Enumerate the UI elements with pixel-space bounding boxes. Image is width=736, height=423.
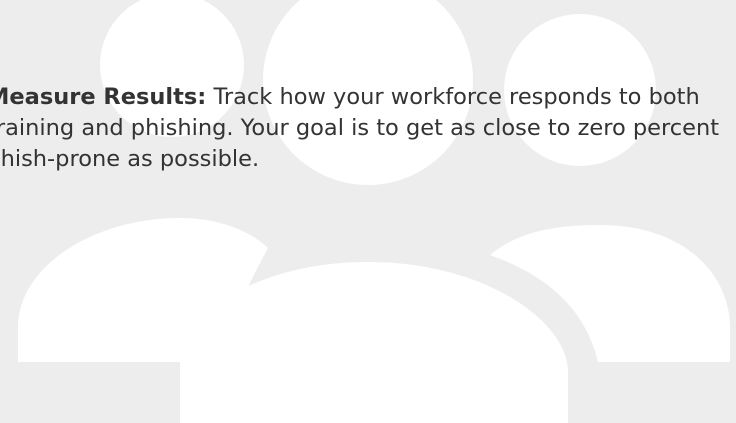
- measure-results-paragraph: Measure Results: Track how your workforc…: [0, 82, 736, 175]
- measure-results-text: Measure Results: Track how your workforc…: [0, 51, 736, 206]
- measure-results-heading: Measure Results:: [0, 84, 207, 110]
